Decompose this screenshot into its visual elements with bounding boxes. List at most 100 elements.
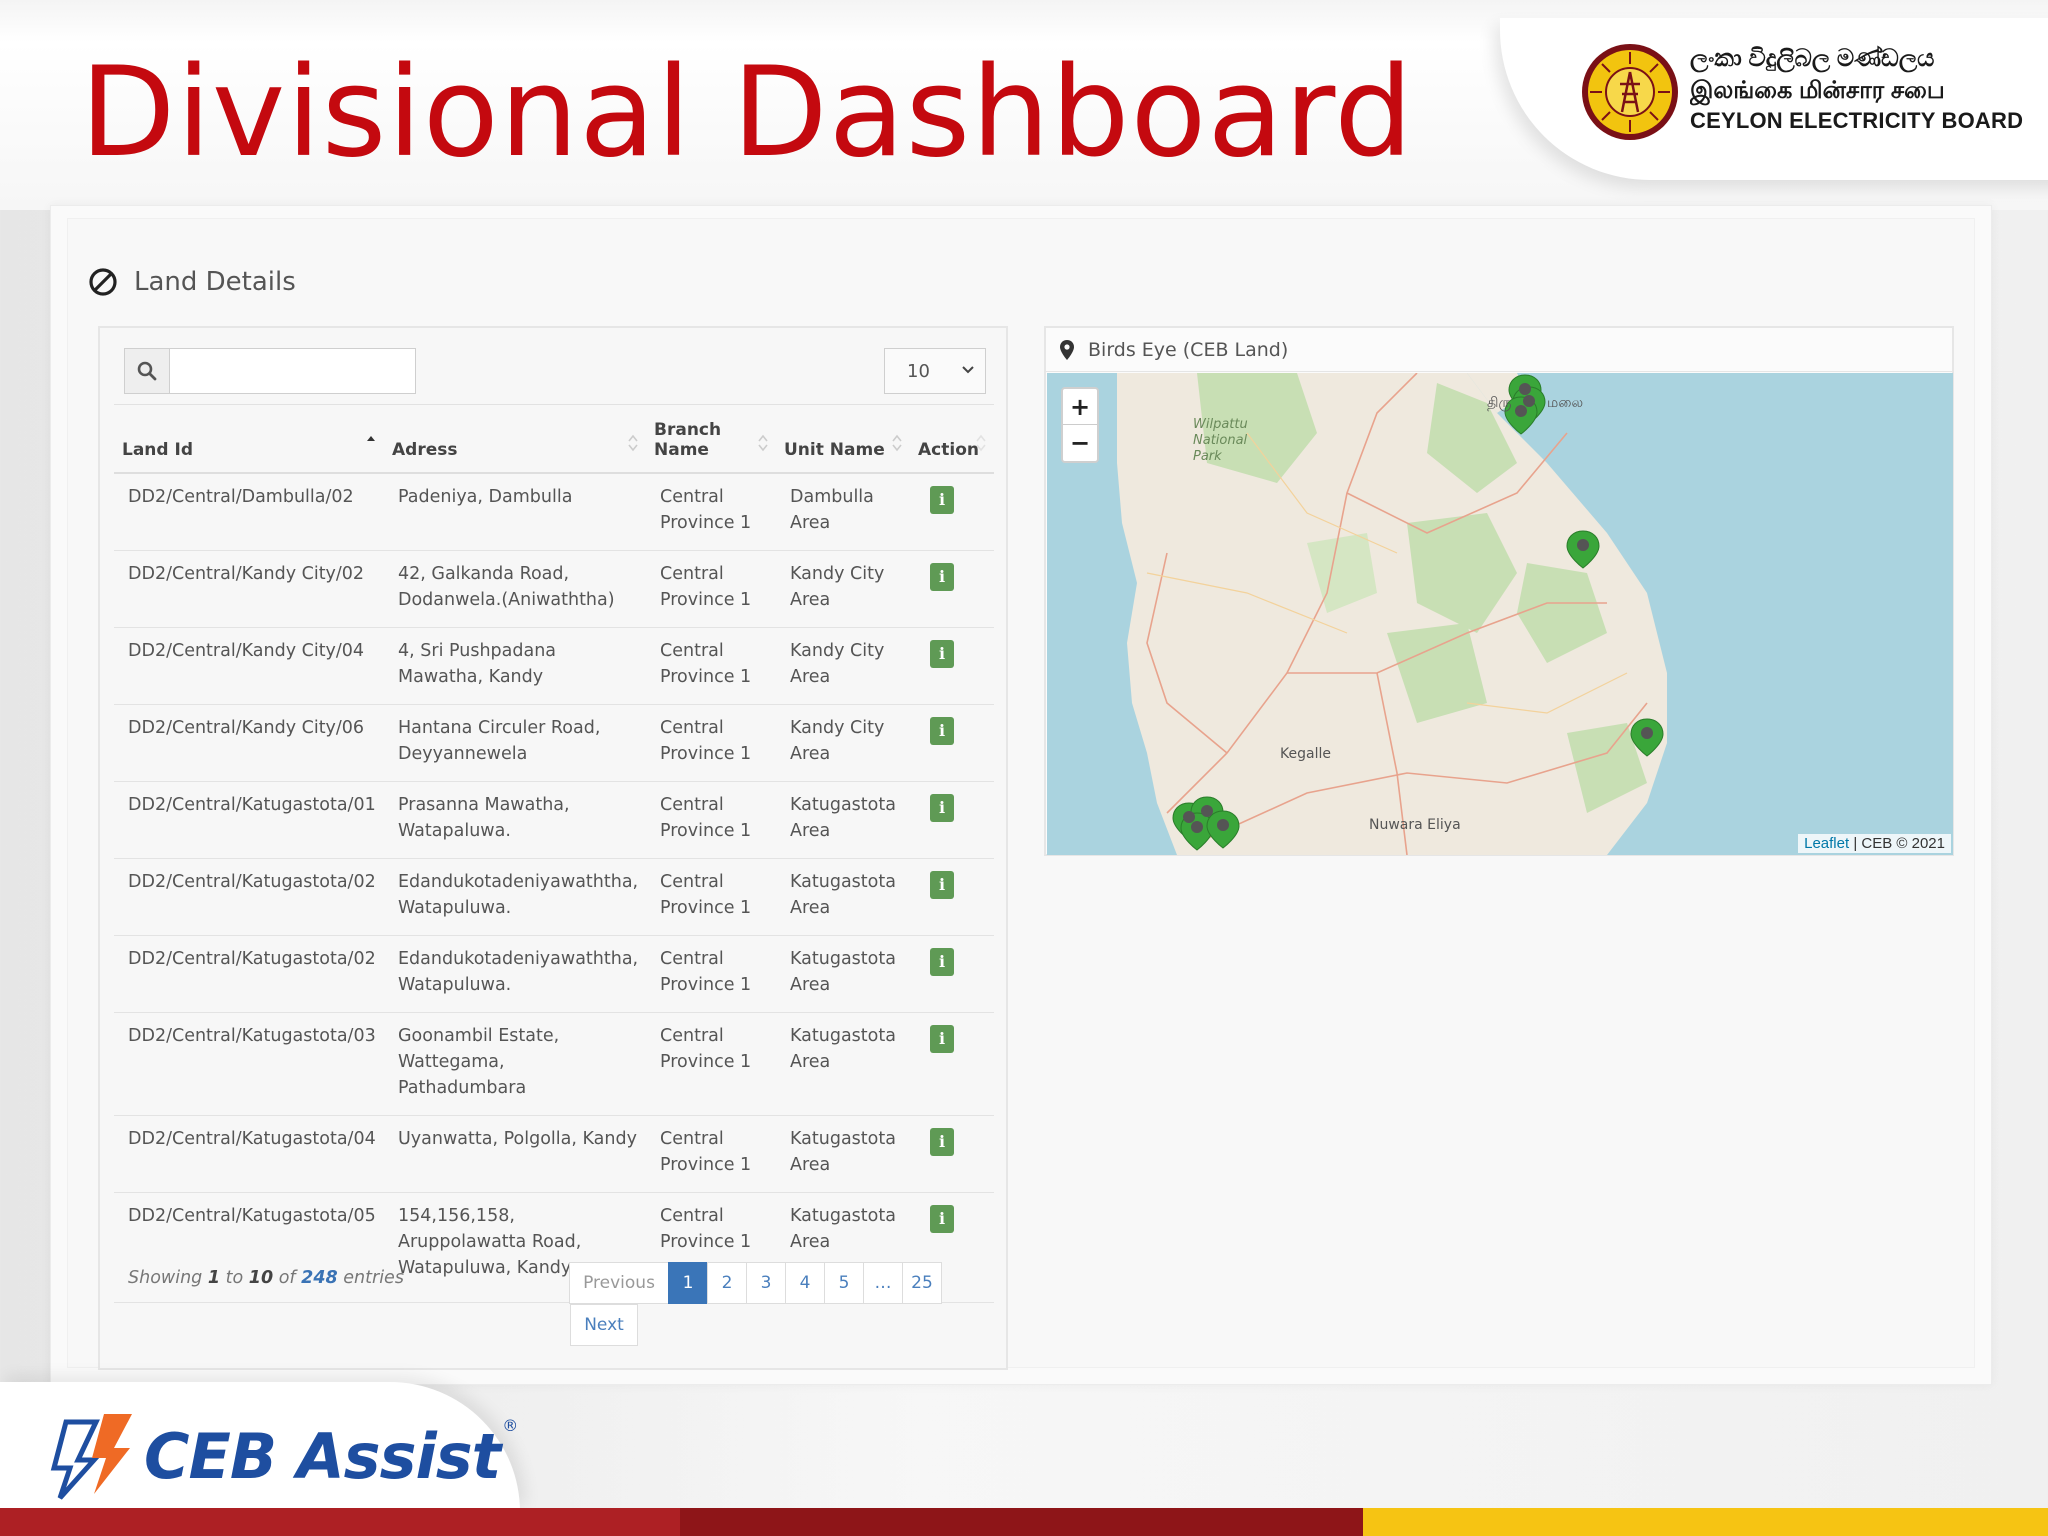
cell-address: 42, Galkanda Road, Dodanwela.(Aniwaththa… (384, 550, 646, 628)
cell-unit: Katugastota Area (776, 935, 910, 1013)
cell-land-id: DD2/Central/Katugastota/03 (114, 1012, 384, 1116)
brand-name: CEB Assist (144, 1419, 501, 1493)
col-header-action[interactable]: Action (910, 404, 994, 474)
pagination-row-2: Next (570, 1304, 970, 1346)
footer-bar-maroon (680, 1508, 1363, 1536)
ceb-seal-logo (1582, 44, 1678, 140)
map-canvas[interactable]: + − Wilpattu National Park Kegalle Nuwar… (1047, 373, 1953, 855)
search-input[interactable] (170, 348, 416, 394)
cell-branch: Central Province 1 (646, 704, 776, 782)
cell-unit: Katugastota Area (776, 781, 910, 859)
cell-branch: Central Province 1 (646, 935, 776, 1013)
pagination: Previous 1 2 3 4 5 … 25 Next (569, 1262, 970, 1346)
cell-land-id: DD2/Central/Katugastota/01 (114, 781, 384, 859)
ban-icon (89, 268, 117, 296)
search-icon (137, 361, 157, 381)
cell-land-id: DD2/Central/Dambulla/02 (114, 472, 384, 551)
zoom-out-button[interactable]: − (1063, 425, 1097, 461)
cell-land-id: DD2/Central/Katugastota/04 (114, 1115, 384, 1193)
land-table: Land Id Adress Branch Name Unit Name Act… (114, 404, 994, 1303)
search-group (124, 348, 416, 394)
info-button[interactable]: i (930, 793, 954, 822)
cell-unit: Katugastota Area (776, 1012, 910, 1116)
page-button-4[interactable]: 4 (785, 1262, 825, 1304)
info-button[interactable]: i (930, 639, 954, 668)
cell-address: Padeniya, Dambulla (384, 472, 646, 551)
map-attribution: Leaflet | CEB © 2021 (1798, 834, 1951, 853)
footer-bar-red (0, 1508, 680, 1536)
cell-address: Prasanna Mawatha, Watapaluwa. (384, 781, 646, 859)
previous-button[interactable]: Previous (569, 1262, 669, 1304)
map-label-wilpattu: Wilpattu National Park (1193, 417, 1248, 464)
table-info-summary: Showing 1 to 10 of 248 entries (128, 1268, 404, 1288)
page-button-1[interactable]: 1 (668, 1262, 708, 1304)
zoom-control: + − (1061, 387, 1099, 463)
lightning-logo-icon (50, 1414, 132, 1500)
cell-address: Edandukotadeniyawaththa, Watapuluwa. (384, 935, 646, 1013)
next-button[interactable]: Next (570, 1304, 638, 1346)
search-addon (124, 348, 170, 394)
pagination-row: Previous 1 2 3 4 5 … 25 (569, 1262, 970, 1304)
cell-land-id: DD2/Central/Katugastota/02 (114, 935, 384, 1013)
map-marker-icon (1060, 339, 1074, 360)
cell-address: 4, Sri Pushpadana Mawatha, Kandy (384, 627, 646, 705)
cell-branch: Central Province 1 (646, 1115, 776, 1193)
cell-branch: Central Province 1 (646, 1012, 776, 1116)
chevron-down-icon (962, 366, 974, 374)
org-name-tamil: இலங்கை மின்சார சபை (1690, 77, 1945, 104)
section-title: Land Details (134, 267, 296, 297)
col-header-branch-name[interactable]: Branch Name (646, 404, 776, 474)
cell-action: i (910, 1012, 994, 1116)
cell-action: i (910, 1115, 994, 1193)
leaflet-link[interactable]: Leaflet (1804, 835, 1849, 852)
sort-both-icon (892, 434, 902, 451)
col-header-unit-name[interactable]: Unit Name (776, 404, 910, 474)
footer-bar-yellow (1363, 1508, 2048, 1536)
col-header-land-id[interactable]: Land Id (114, 404, 384, 474)
page-length-select[interactable]: 10 (884, 348, 986, 394)
cell-unit: Kandy City Area (776, 627, 910, 705)
cell-branch: Central Province 1 (646, 472, 776, 551)
cell-address: Edandukotadeniyawaththa, Watapuluwa. (384, 858, 646, 936)
page-length-value: 10 (907, 360, 930, 382)
map-header: Birds Eye (CEB Land) (1046, 328, 1952, 372)
cell-branch: Central Province 1 (646, 627, 776, 705)
sort-both-icon (758, 434, 768, 451)
page-ellipsis: … (863, 1262, 903, 1304)
org-name-block: ලංකා විදුලිබල මණ්ඩලය இலங்கை மின்சார சபை … (1690, 42, 2024, 136)
table-row: DD2/Central/Katugastota/01 Prasanna Mawa… (114, 781, 994, 859)
info-button[interactable]: i (930, 947, 954, 976)
info-button[interactable]: i (930, 562, 954, 591)
cell-land-id: DD2/Central/Kandy City/04 (114, 627, 384, 705)
info-button[interactable]: i (930, 1024, 954, 1053)
cell-unit: Kandy City Area (776, 704, 910, 782)
info-button[interactable]: i (930, 1127, 954, 1156)
cell-action: i (910, 550, 994, 628)
cell-action: i (910, 858, 994, 936)
cell-address: Hantana Circuler Road, Deyyannewela (384, 704, 646, 782)
cell-action: i (910, 935, 994, 1013)
col-header-address[interactable]: Adress (384, 404, 646, 474)
info-button[interactable]: i (930, 1204, 954, 1233)
cell-unit: Katugastota Area (776, 1115, 910, 1193)
zoom-in-button[interactable]: + (1063, 389, 1097, 425)
info-button[interactable]: i (930, 716, 954, 745)
map-label-nuwara-eliya: Nuwara Eliya (1369, 817, 1461, 833)
table-header-row: Land Id Adress Branch Name Unit Name Act… (114, 404, 994, 474)
sort-both-icon (628, 434, 638, 451)
info-button[interactable]: i (930, 870, 954, 899)
sort-asc-icon (367, 435, 375, 441)
page-button-3[interactable]: 3 (746, 1262, 786, 1304)
page-button-25[interactable]: 25 (902, 1262, 942, 1304)
info-button[interactable]: i (930, 485, 954, 514)
table-row: DD2/Central/Katugastota/04 Uyanwatta, Po… (114, 1115, 994, 1193)
section-header: Land Details (88, 262, 296, 302)
cell-action: i (910, 472, 994, 551)
cell-land-id: DD2/Central/Kandy City/06 (114, 704, 384, 782)
cell-unit: Kandy City Area (776, 550, 910, 628)
page-button-2[interactable]: 2 (707, 1262, 747, 1304)
page-button-5[interactable]: 5 (824, 1262, 864, 1304)
cell-branch: Central Province 1 (646, 550, 776, 628)
org-name-english: CEYLON ELECTRICITY BOARD (1690, 108, 2024, 133)
table-row: DD2/Central/Kandy City/02 42, Galkanda R… (114, 550, 994, 628)
